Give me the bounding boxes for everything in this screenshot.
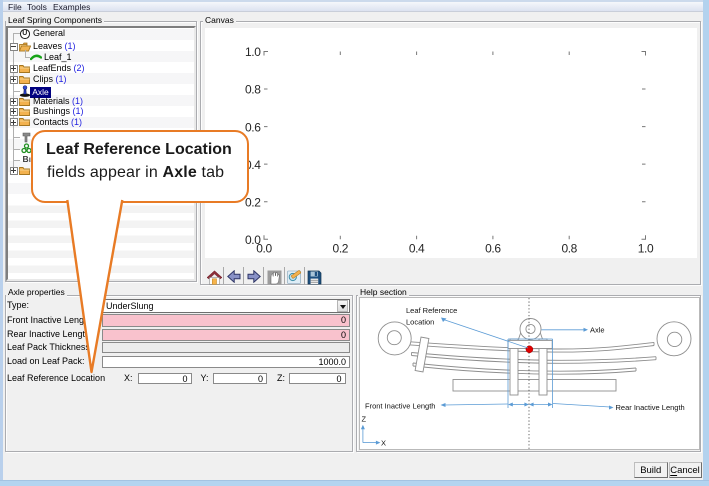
svg-text:Rear Inactive Length: Rear Inactive Length bbox=[616, 403, 685, 412]
svg-text:Z: Z bbox=[362, 415, 367, 424]
svg-text:Front Inactive Length: Front Inactive Length bbox=[365, 402, 435, 411]
svg-text:Location: Location bbox=[406, 318, 434, 327]
svg-text:Axle: Axle bbox=[590, 326, 605, 335]
svg-text:X: X bbox=[381, 439, 386, 448]
svg-text:Leaf Reference: Leaf Reference bbox=[406, 306, 457, 315]
